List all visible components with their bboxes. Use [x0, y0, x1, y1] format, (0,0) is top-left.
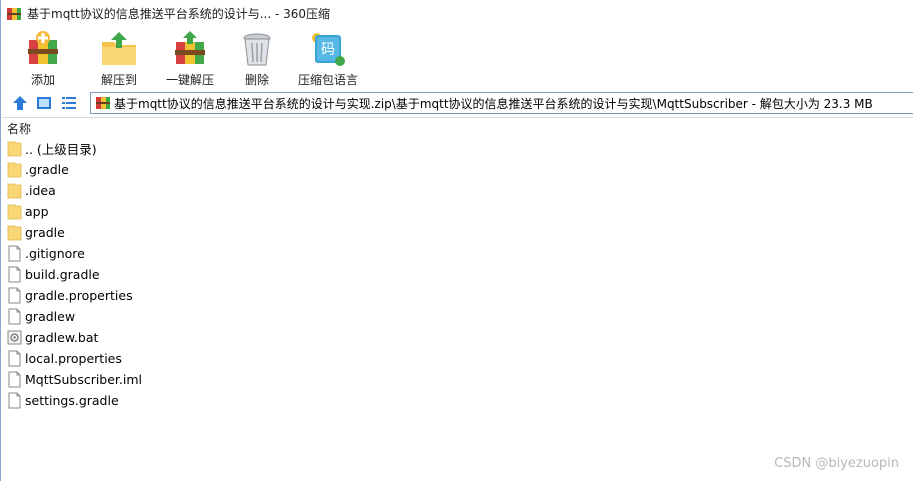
file-icon: [7, 266, 25, 283]
file-name: gradle: [25, 225, 65, 240]
title-bar: 基于mqtt协议的信息推送平台系统的设计与... - 360压缩: [1, 0, 913, 27]
file-row[interactable]: settings.gradle: [2, 390, 913, 411]
folder-row[interactable]: app: [2, 201, 913, 222]
delete-button[interactable]: 删除: [237, 27, 277, 89]
delete-label: 删除: [244, 73, 269, 87]
archive-window: 基于mqtt协议的信息推送平台系统的设计与... - 360压缩 添加 解压到 …: [0, 0, 913, 481]
file-icon: [7, 392, 25, 409]
folder-icon: [7, 203, 25, 220]
list-view-icon[interactable]: [59, 93, 79, 113]
archive-path-icon: [96, 97, 110, 109]
file-name: gradlew.bat: [25, 330, 99, 345]
folder-icon: [7, 224, 25, 241]
file-icon: [7, 308, 25, 325]
folder-row[interactable]: .idea: [2, 180, 913, 201]
address-path: 基于mqtt协议的信息推送平台系统的设计与实现.zip\基于mqtt协议的信息推…: [114, 96, 873, 111]
add-label: 添加: [30, 73, 55, 87]
folder-row[interactable]: .. (上级目录): [2, 138, 913, 159]
file-name: .. (上级目录): [25, 142, 97, 157]
file-name: .idea: [25, 183, 56, 198]
one-click-extract-button[interactable]: 一键解压: [162, 27, 218, 89]
archive-language-icon: 码: [312, 33, 345, 66]
toolbar: 添加 解压到 一键解压 删除 码 压缩包语言: [1, 27, 913, 89]
batch-file-icon: [7, 329, 25, 346]
archive-app-icon: [7, 7, 21, 20]
column-header-name[interactable]: 名称: [2, 117, 913, 138]
address-bar[interactable]: 基于mqtt协议的信息推送平台系统的设计与实现.zip\基于mqtt协议的信息推…: [90, 92, 913, 114]
folder-row[interactable]: .gradle: [2, 159, 913, 180]
file-row[interactable]: local.properties: [2, 348, 913, 369]
archive-language-button[interactable]: 码 压缩包语言: [295, 27, 361, 89]
file-name: gradlew: [25, 309, 76, 324]
file-name: app: [25, 204, 49, 219]
archive-language-glyph: 码: [321, 42, 335, 58]
one-click-extract-label: 一键解压: [165, 73, 214, 87]
navigation-bar: 基于mqtt协议的信息推送平台系统的设计与实现.zip\基于mqtt协议的信息推…: [1, 89, 913, 116]
one-click-extract-icon: [175, 31, 205, 64]
folder-icon: [7, 161, 25, 178]
file-list: .. (上级目录) .gradle .idea app gradle .gitignore…: [2, 138, 913, 411]
file-row[interactable]: gradlew.bat: [2, 327, 913, 348]
add-archive-icon: [28, 31, 58, 64]
file-row[interactable]: .gitignore: [2, 243, 913, 264]
column-name-label: 名称: [7, 121, 32, 136]
file-icon: [7, 350, 25, 367]
file-icon: [7, 287, 25, 304]
thumbnail-view-icon[interactable]: [34, 93, 54, 113]
file-name: .gitignore: [25, 246, 85, 261]
window-title: 基于mqtt协议的信息推送平台系统的设计与... - 360压缩: [27, 7, 331, 21]
folder-icon: [7, 182, 25, 199]
file-name: build.gradle: [25, 267, 100, 282]
file-row[interactable]: build.gradle: [2, 264, 913, 285]
file-name: MqttSubscriber.iml: [25, 372, 143, 387]
file-row[interactable]: gradlew: [2, 306, 913, 327]
extract-to-label: 解压到: [100, 73, 137, 87]
file-row[interactable]: gradle.properties: [2, 285, 913, 306]
extract-to-icon: [102, 32, 136, 65]
folder-icon: [7, 140, 25, 157]
file-row[interactable]: MqttSubscriber.iml: [2, 369, 913, 390]
archive-language-label: 压缩包语言: [297, 73, 358, 87]
file-name: settings.gradle: [25, 393, 119, 408]
delete-trash-icon: [243, 33, 271, 66]
add-button[interactable]: 添加: [23, 27, 63, 89]
file-name: gradle.properties: [25, 288, 133, 303]
watermark: CSDN @biyezuopin: [774, 456, 899, 471]
extract-to-button[interactable]: 解压到: [97, 27, 141, 89]
file-name: local.properties: [25, 351, 122, 366]
file-icon: [7, 371, 25, 388]
file-name: .gradle: [25, 162, 69, 177]
file-icon: [7, 245, 25, 262]
up-arrow-icon[interactable]: [10, 93, 30, 113]
folder-row[interactable]: gradle: [2, 222, 913, 243]
